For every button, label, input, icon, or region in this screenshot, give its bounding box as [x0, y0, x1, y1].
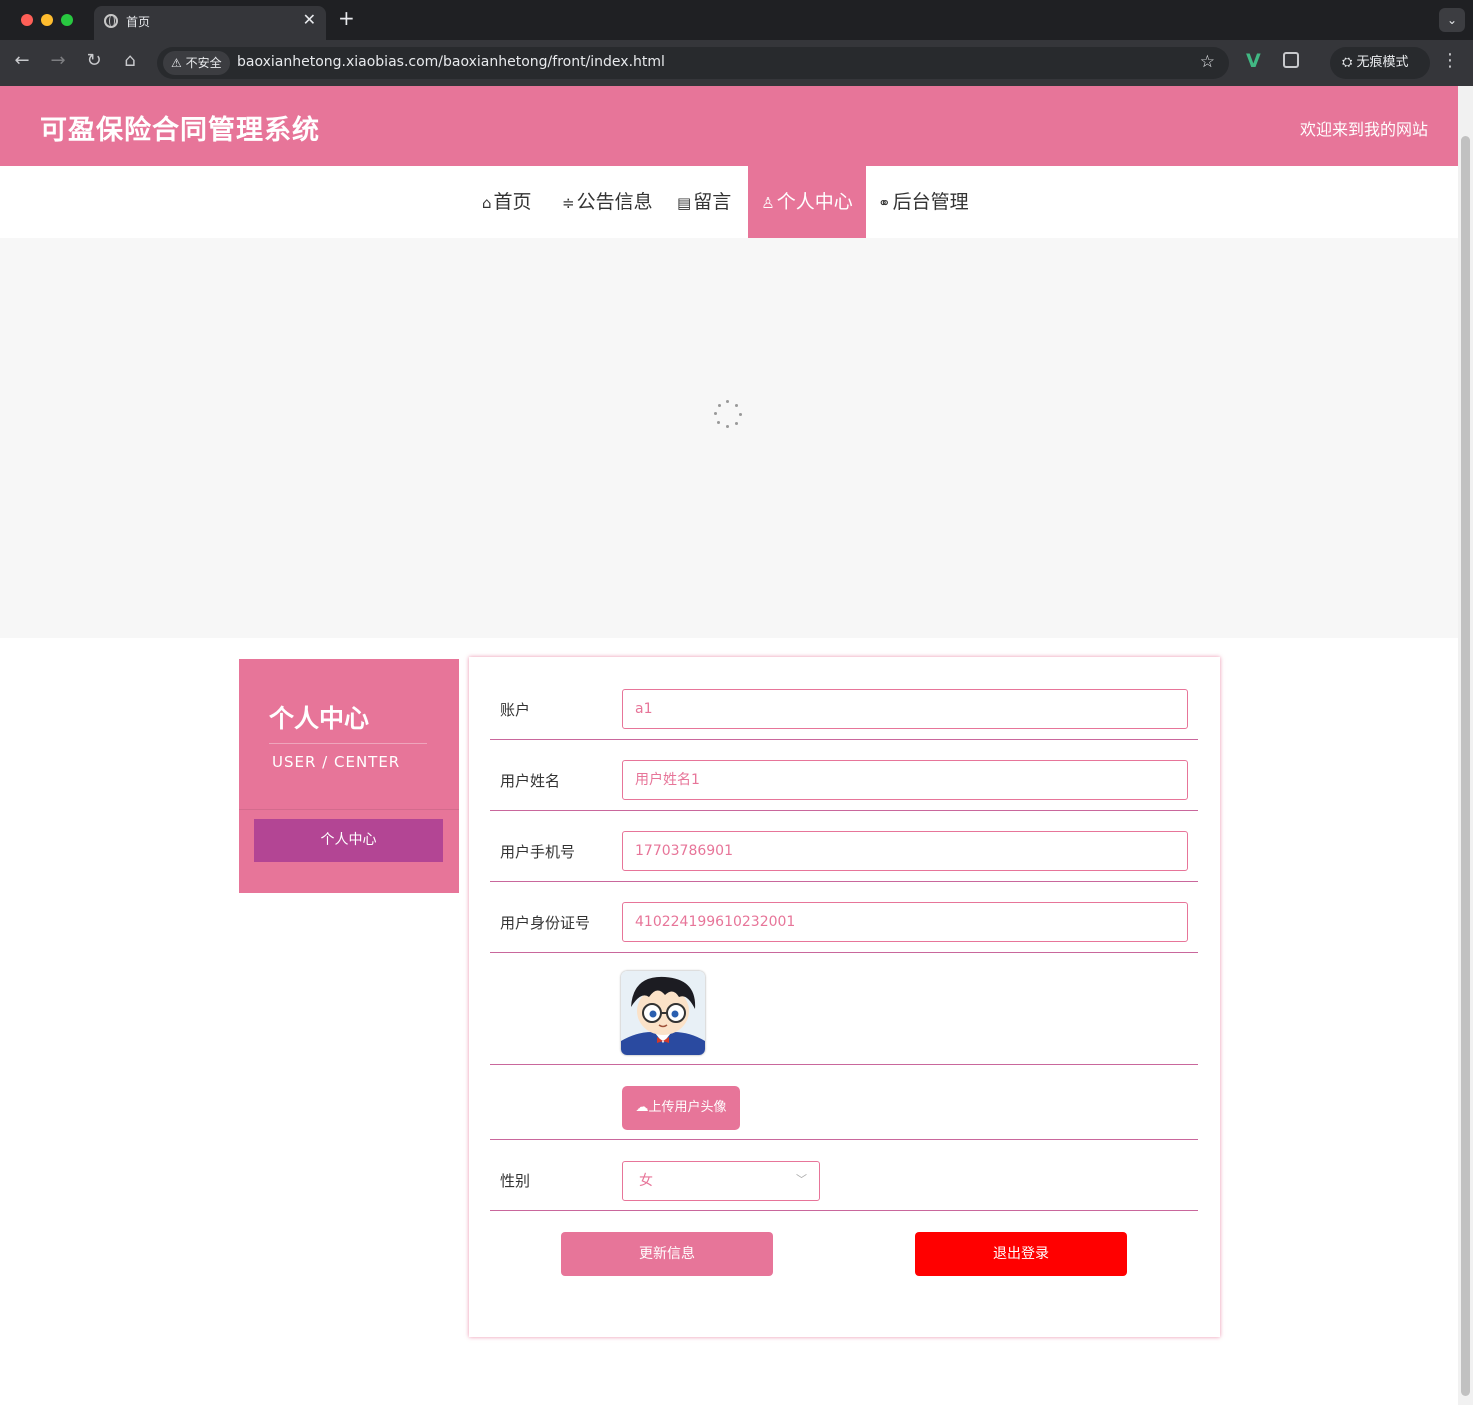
profile-form: 账户 a1 用户姓名 用户姓名1 用户手机号 17703786901 用户身份证…	[469, 657, 1220, 1337]
nav-item-notices[interactable]: ≑ 公告信息	[562, 166, 653, 238]
sidebar-divider	[269, 743, 427, 744]
insecure-label: 不安全	[185, 56, 222, 70]
vue-devtools-icon[interactable]: V	[1246, 50, 1261, 72]
idcard-label: 用户身份证号	[500, 914, 591, 932]
extensions-puzzle-icon[interactable]	[1283, 52, 1299, 68]
nav-label: 个人中心	[776, 191, 853, 213]
incognito-label: 无痕模式	[1356, 55, 1409, 70]
scrollbar-thumb[interactable]	[1461, 136, 1470, 1396]
globe-icon	[104, 14, 118, 28]
logout-button[interactable]: 退出登录	[915, 1232, 1127, 1276]
welcome-text: 欢迎来到我的网站	[1299, 120, 1428, 139]
tab-title: 首页	[126, 15, 151, 29]
newspaper-icon: ▤	[677, 194, 692, 212]
gender-value: 女	[639, 1173, 653, 1189]
bookmark-star-icon[interactable]: ☆	[1200, 52, 1215, 72]
gender-label: 性别	[500, 1172, 531, 1190]
row-divider	[490, 881, 1198, 882]
reload-icon[interactable]: ↻	[82, 50, 106, 71]
cloud-upload-icon: ☁	[635, 1100, 649, 1115]
site-title: 可盈保险合同管理系统	[40, 115, 320, 146]
sidebar-subtitle: USER / CENTER	[272, 753, 401, 771]
browser-toolbar: ← → ↻ ⌂ ⚠ 不安全 baoxianhetong.xiaobias.com…	[0, 40, 1473, 86]
page-scrollbar[interactable]	[1458, 86, 1473, 1405]
sidebar-separator	[239, 809, 459, 810]
insecure-badge[interactable]: ⚠ 不安全	[163, 51, 230, 75]
account-input[interactable]: a1	[622, 689, 1188, 729]
banner-carousel	[0, 238, 1458, 638]
loading-spinner-icon	[714, 400, 742, 428]
name-label: 用户姓名	[500, 772, 561, 790]
browser-tab[interactable]: 首页 ✕	[94, 6, 326, 40]
user-icon: ♙	[761, 194, 775, 212]
home-icon: ⌂	[482, 194, 492, 212]
upload-avatar-button[interactable]: ☁上传用户头像	[622, 1086, 740, 1130]
nav-item-user-center[interactable]: ♙ 个人中心	[748, 166, 866, 238]
minimize-window-button[interactable]	[41, 14, 53, 26]
maximize-window-button[interactable]	[61, 14, 73, 26]
phone-label: 用户手机号	[500, 843, 576, 861]
address-bar[interactable]: ⚠ 不安全 baoxianhetong.xiaobias.com/baoxian…	[157, 47, 1229, 79]
name-input[interactable]: 用户姓名1	[622, 760, 1188, 800]
avatar	[621, 971, 705, 1055]
home-icon[interactable]: ⌂	[118, 50, 142, 71]
row-divider	[490, 1139, 1198, 1140]
nav-item-messages[interactable]: ▤ 留言	[677, 166, 731, 238]
upload-label: 上传用户头像	[648, 1100, 727, 1115]
page-content: 可盈保险合同管理系统 欢迎来到我的网站 ⌂ 首页 ≑ 公告信息 ▤ 留言 ♙ 个人中心 …	[0, 86, 1458, 1405]
gender-select[interactable]: 女 ﹀	[622, 1161, 820, 1201]
close-window-button[interactable]	[21, 14, 33, 26]
nav-item-home[interactable]: ⌂ 首页	[482, 166, 532, 238]
tab-search-chevron-icon[interactable]: ⌄	[1439, 8, 1465, 32]
nav-label: 留言	[693, 191, 732, 213]
new-tab-button[interactable]: +	[338, 6, 355, 30]
browser-titlebar: 首页 ✕ + ⌄	[0, 0, 1473, 40]
row-divider	[490, 952, 1198, 953]
main-nav: ⌂ 首页 ≑ 公告信息 ▤ 留言 ♙ 个人中心 ⚭ 后台管理	[0, 166, 1458, 238]
sidebar-title: 个人中心	[269, 704, 370, 733]
back-arrow-icon[interactable]: ←	[10, 50, 34, 71]
site-header: 可盈保险合同管理系统 欢迎来到我的网站	[0, 86, 1458, 166]
more-menu-icon[interactable]: ⋮	[1441, 50, 1459, 71]
account-label: 账户	[500, 701, 531, 719]
nav-label: 公告信息	[576, 191, 653, 213]
row-divider	[490, 739, 1198, 740]
url-text[interactable]: baoxianhetong.xiaobias.com/baoxianhetong…	[237, 54, 665, 70]
idcard-input[interactable]: 410224199610232001	[622, 902, 1188, 942]
nav-item-admin[interactable]: ⚭ 后台管理	[878, 166, 969, 238]
row-divider	[490, 1210, 1198, 1211]
link-icon: ⚭	[878, 194, 891, 212]
user-center-sidebar: 个人中心 USER / CENTER 个人中心	[239, 659, 459, 893]
forward-arrow-icon[interactable]: →	[46, 50, 70, 71]
incognito-badge[interactable]: ⛭ 无痕模式	[1330, 47, 1430, 79]
nav-label: 首页	[493, 191, 532, 213]
sliders-icon: ≑	[562, 194, 575, 212]
phone-input[interactable]: 17703786901	[622, 831, 1188, 871]
nav-label: 后台管理	[892, 191, 969, 213]
sidebar-item-user-center[interactable]: 个人中心	[254, 819, 443, 862]
chevron-down-icon: ﹀	[796, 1173, 807, 1186]
row-divider	[490, 1064, 1198, 1065]
row-divider	[490, 810, 1198, 811]
close-tab-icon[interactable]: ✕	[303, 10, 316, 29]
update-info-button[interactable]: 更新信息	[561, 1232, 773, 1276]
